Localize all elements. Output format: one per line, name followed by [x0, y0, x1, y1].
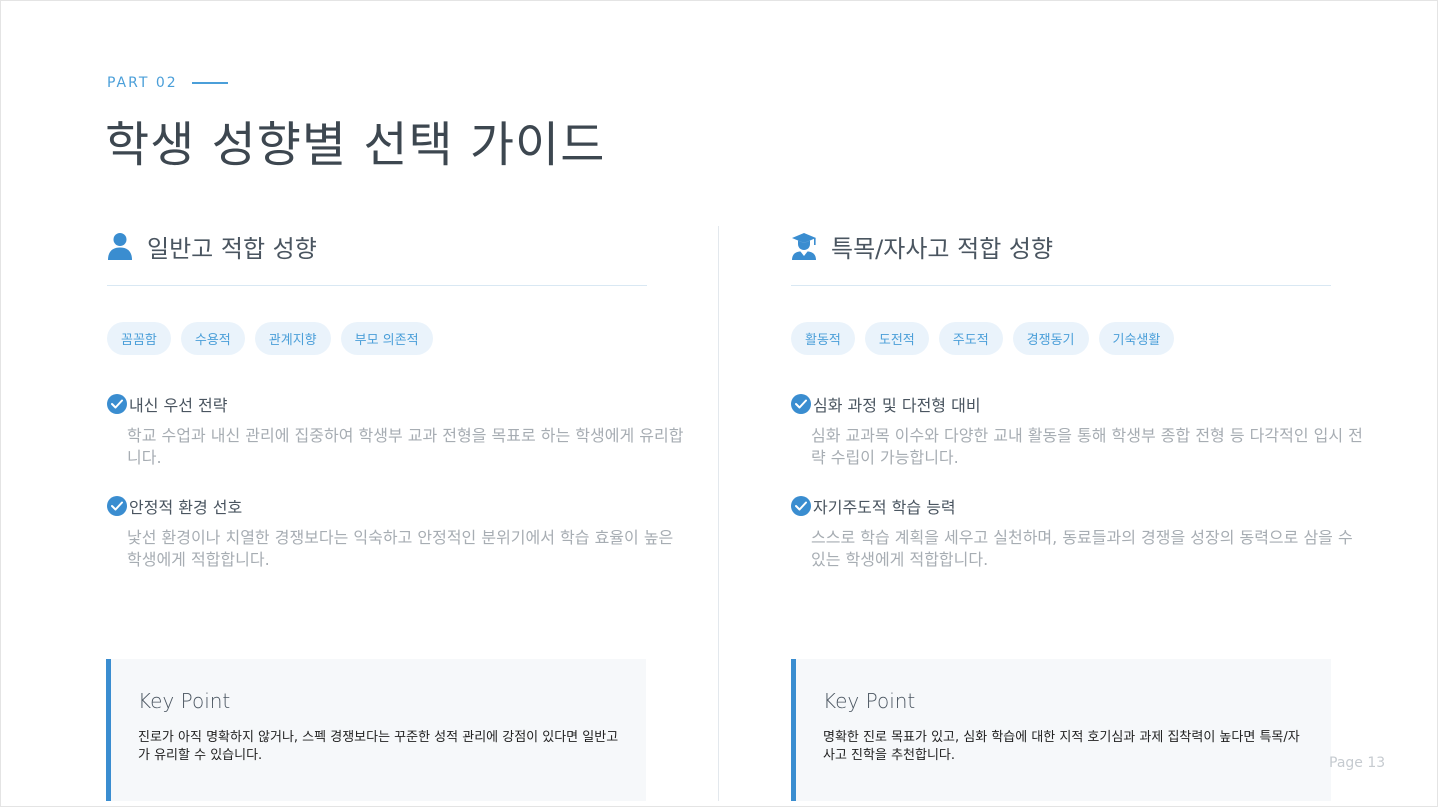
feature-list: 내신 우선 전략 학교 수업과 내신 관리에 집중하여 학생부 교과 전형을 목…: [107, 391, 683, 571]
feature-list: 심화 과정 및 다전형 대비 심화 교과목 이수와 다양한 교내 활동을 통해 …: [791, 391, 1363, 571]
trait-tag: 기숙생활: [1098, 322, 1175, 355]
check-circle-icon: [791, 394, 811, 414]
column-title: 특목/자사고 적합 성향: [831, 234, 1054, 263]
key-point-text: 명확한 진로 목표가 있고, 심화 학습에 대한 지적 호기심과 과제 집착력이…: [823, 730, 1300, 763]
header-rule: [791, 285, 1331, 286]
feature-title: 자기주도적 학습 능력: [813, 498, 956, 517]
key-point-box: Key Point 명확한 진로 목표가 있고, 심화 학습에 대한 지적 호기…: [791, 659, 1331, 801]
trait-tag: 꼼꼼함: [107, 322, 171, 355]
feature-title: 심화 과정 및 다전형 대비: [813, 396, 981, 415]
check-circle-icon: [107, 496, 127, 516]
check-circle-icon: [791, 496, 811, 516]
feature-description: 낯선 환경이나 치열한 경쟁보다는 익숙하고 안정적인 분위기에서 학습 효율이…: [127, 528, 674, 569]
general-school-column: 일반고 적합 성향 꼼꼼함 수용적 관계지향 부모 의존적 내신 우선 전략 학…: [107, 226, 683, 571]
key-point-title: Key Point: [138, 689, 231, 713]
part-label: PART 02: [107, 75, 178, 91]
key-point-text: 진로가 아직 명확하지 않거나, 스펙 경쟁보다는 꾸준한 성적 관리에 강점이…: [138, 730, 619, 763]
feature-description: 심화 교과목 이수와 다양한 교내 활동을 통해 학생부 종합 전형 등 다각적…: [811, 426, 1363, 467]
trait-tag: 도전적: [864, 322, 929, 355]
header-rule: [107, 285, 647, 286]
trait-tag: 활동적: [791, 322, 855, 355]
trait-tag: 주도적: [938, 322, 1003, 355]
column-divider: [718, 226, 719, 801]
feature-title: 내신 우선 전략: [129, 396, 228, 415]
column-header: 일반고 적합 성향: [107, 226, 667, 266]
feature-item: 심화 과정 및 다전형 대비 심화 교과목 이수와 다양한 교내 활동을 통해 …: [791, 391, 1363, 469]
page-title: 학생 성향별 선택 가이드: [105, 117, 606, 173]
key-point-box: Key Point 진로가 아직 명확하지 않거나, 스펙 경쟁보다는 꾸준한 …: [106, 659, 646, 801]
feature-description: 스스로 학습 계획을 세우고 실천하며, 동료들과의 경쟁을 성장의 동력으로 …: [811, 528, 1353, 569]
slide: PART 02 학생 성향별 선택 가이드 일반고 적합 성향 꼼꼼함 수용적 …: [0, 0, 1438, 807]
trait-tags: 꼼꼼함 수용적 관계지향 부모 의존적: [107, 322, 667, 355]
feature-item: 안정적 환경 선호 낯선 환경이나 치열한 경쟁보다는 익숙하고 안정적인 분위…: [107, 493, 673, 571]
part-underline: [191, 82, 228, 84]
feature-item: 자기주도적 학습 능력 스스로 학습 계획을 세우고 실천하며, 동료들과의 경…: [791, 493, 1353, 571]
key-point-title: Key Point: [823, 689, 916, 713]
part-label-group: PART 02: [107, 75, 228, 91]
feature-description: 학교 수업과 내신 관리에 집중하여 학생부 교과 전형을 목표로 하는 학생에…: [127, 426, 684, 467]
trait-tag: 수용적: [180, 322, 245, 355]
trait-tag: 부모 의존적: [340, 322, 433, 355]
feature-title: 안정적 환경 선호: [129, 498, 243, 517]
feature-item: 내신 우선 전략 학교 수업과 내신 관리에 집중하여 학생부 교과 전형을 목…: [107, 391, 683, 469]
graduate-icon: [791, 231, 817, 261]
user-icon: [107, 231, 133, 261]
trait-tag: 관계지향: [254, 322, 331, 355]
column-title: 일반고 적합 성향: [147, 234, 317, 263]
check-circle-icon: [107, 394, 127, 414]
trait-tags: 활동적 도전적 주도적 경쟁동기 기숙생활: [791, 322, 1351, 355]
page-number: Page 13: [1329, 755, 1386, 771]
special-school-column: 특목/자사고 적합 성향 활동적 도전적 주도적 경쟁동기 기숙생활 심화 과정…: [791, 226, 1363, 571]
column-header: 특목/자사고 적합 성향: [791, 226, 1351, 266]
trait-tag: 경쟁동기: [1012, 322, 1089, 355]
